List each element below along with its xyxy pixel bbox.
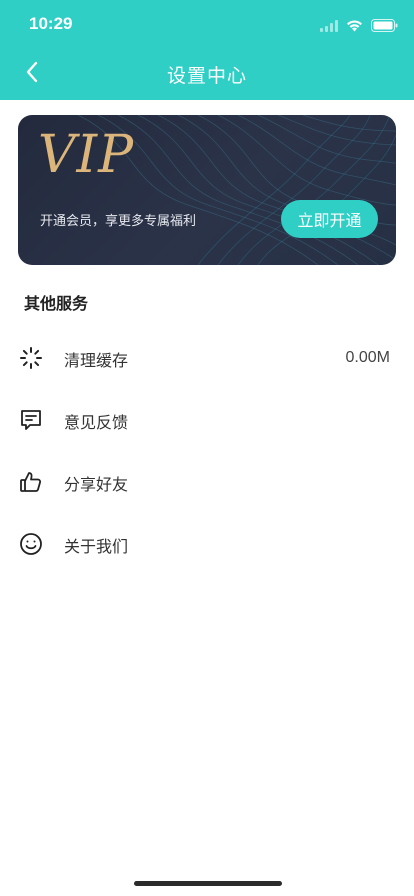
smiley-face-icon: [19, 532, 43, 556]
vip-logo: VIP: [38, 125, 135, 185]
services-section-title: 其他服务: [24, 294, 89, 313]
menu-item-label: 意见反馈: [64, 413, 129, 432]
status-bar: 10:29: [0, 0, 414, 48]
page-title: 设置中心: [166, 65, 247, 87]
battery-icon: [371, 17, 398, 36]
navigation-bar: 设置中心: [0, 48, 414, 100]
signal-icon: [320, 17, 338, 36]
vip-description: 开通会员，享更多专属福利: [40, 214, 197, 229]
status-icons: [320, 16, 398, 36]
status-time: 10:29: [29, 14, 73, 33]
activate-vip-button[interactable]: 立即开通: [281, 200, 378, 238]
vip-card[interactable]: VIP 开通会员，享更多专属福利 立即开通: [18, 115, 396, 265]
feedback-message-icon: [19, 408, 43, 432]
thumbs-up-icon: [19, 470, 43, 494]
menu-item-about-us[interactable]: 关于我们: [0, 516, 414, 572]
cache-size-value: 0.00M: [345, 349, 390, 366]
menu-item-share-friends[interactable]: 分享好友: [0, 454, 414, 510]
app-header: 10:29 设置中心: [0, 0, 414, 100]
wifi-icon: [346, 17, 363, 36]
menu-item-label: 清理缓存: [64, 351, 129, 370]
menu-item-feedback[interactable]: 意见反馈: [0, 392, 414, 448]
loading-spinner-icon: [19, 346, 43, 370]
menu-item-label: 关于我们: [64, 537, 129, 556]
menu-item-label: 分享好友: [64, 475, 129, 494]
home-indicator: [134, 881, 282, 886]
menu-item-clear-cache[interactable]: 清理缓存 0.00M: [0, 330, 414, 386]
